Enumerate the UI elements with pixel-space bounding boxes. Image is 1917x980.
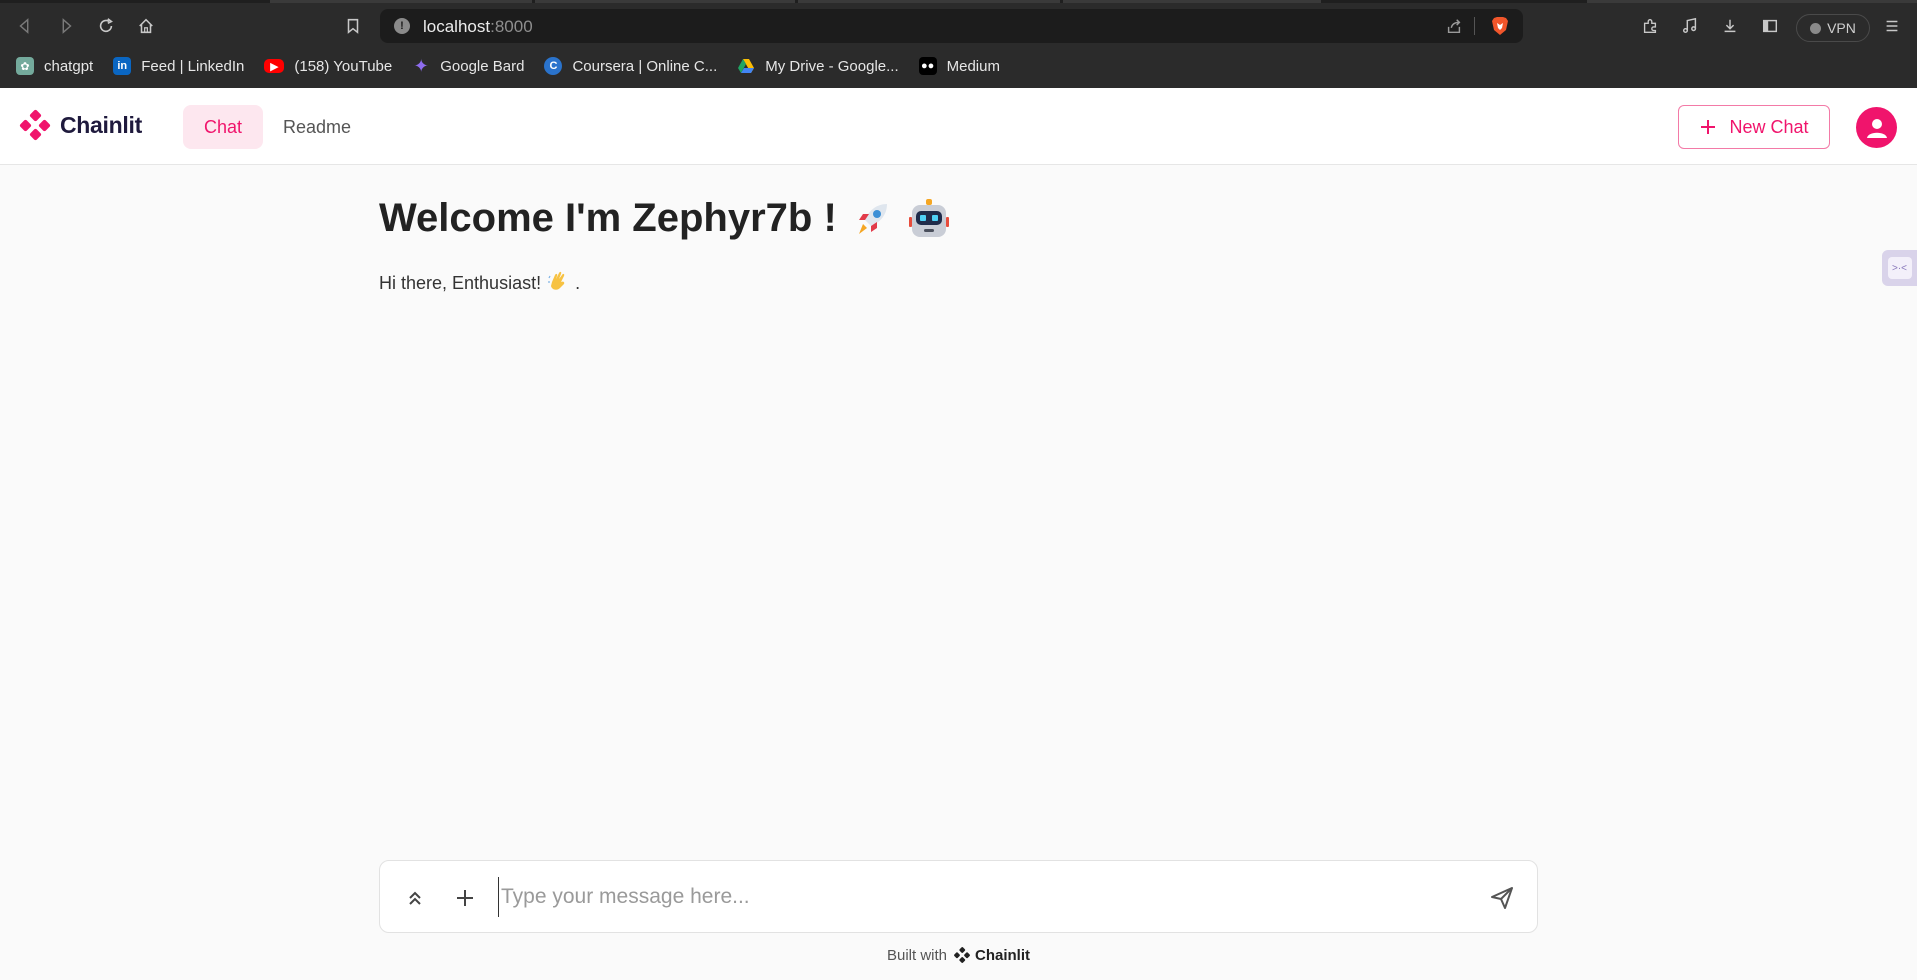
bookmark-coursera[interactable]: C Coursera | Online C... [544, 52, 717, 80]
panel-icon: >·< [1887, 257, 1912, 279]
attach-plus-icon[interactable] [450, 883, 480, 913]
tab[interactable] [798, 0, 1060, 3]
message-input[interactable] [498, 877, 1458, 917]
bookmark-linkedin[interactable]: in Feed | LinkedIn [113, 52, 244, 80]
vpn-label: VPN [1827, 20, 1856, 36]
divider [1474, 17, 1475, 35]
bookmark-label: Google Bard [440, 57, 525, 75]
chainlit-logo-icon [19, 109, 51, 141]
greeting-punctuation: . [575, 273, 581, 293]
tab-readme[interactable]: Readme [270, 105, 364, 149]
bookmark-google-drive[interactable]: My Drive - Google... [737, 52, 899, 80]
bookmark-label: My Drive - Google... [765, 57, 899, 75]
bookmark-chatgpt[interactable]: ✿ chatgpt [16, 52, 93, 80]
music-icon[interactable] [1675, 11, 1705, 41]
chainlit-logo-icon [954, 947, 970, 963]
built-with-footer: Built with Chainlit [0, 946, 1917, 964]
chevrons-up-icon[interactable] [400, 883, 430, 913]
brave-shield-icon[interactable] [1489, 15, 1511, 37]
welcome-message: Welcome I'm Zephyr7b ! [379, 196, 951, 241]
bookmark-label: Feed | LinkedIn [141, 57, 245, 75]
greeting-text: Hi there, Enthusiast! . [379, 270, 580, 297]
bookmark-label: (158) YouTube [294, 57, 393, 75]
tab[interactable] [1063, 0, 1321, 3]
vpn-status-icon [1810, 22, 1822, 34]
youtube-icon: ▶ [264, 59, 285, 73]
address-bar[interactable]: ! localhost:8000 [380, 9, 1523, 43]
coursera-icon: C [544, 57, 563, 75]
new-chat-label: New Chat [1729, 116, 1809, 137]
download-icon[interactable] [1715, 11, 1745, 41]
bookmark-label: Medium [946, 57, 1000, 75]
bookmark-label: Coursera | Online C... [572, 57, 718, 75]
message-composer [379, 860, 1538, 933]
greeting-label: Hi there, Enthusiast! [379, 273, 542, 293]
browser-chrome: ! localhost:8000 VPN ✿ chatgpt in Feed |… [0, 0, 1917, 88]
openai-icon: ✿ [16, 57, 34, 75]
plus-icon [1701, 120, 1716, 134]
brand-name: Chainlit [60, 111, 142, 138]
built-with-label: Built with [886, 946, 948, 964]
footer-brand-label: Chainlit [975, 946, 1031, 964]
user-avatar[interactable] [1856, 107, 1897, 148]
chainlit-logo[interactable]: Chainlit [18, 108, 142, 142]
medium-icon: ●● [918, 57, 937, 75]
bookmark-youtube[interactable]: ▶ (158) YouTube [264, 52, 392, 80]
url-text[interactable]: localhost:8000 [423, 17, 533, 37]
user-icon [1866, 118, 1887, 138]
robot-icon [907, 197, 951, 241]
bookmarks-bar: ✿ chatgpt in Feed | LinkedIn ▶ (158) You… [0, 50, 1917, 82]
tab[interactable] [270, 0, 532, 3]
browser-toolbar: ! localhost:8000 VPN [0, 4, 1917, 48]
home-icon[interactable] [131, 11, 161, 41]
footer-brand-link[interactable]: Chainlit [953, 946, 1030, 964]
tab-chat[interactable]: Chat [183, 105, 263, 149]
new-chat-button[interactable]: New Chat [1678, 105, 1830, 149]
tab[interactable] [1587, 0, 1917, 3]
tab[interactable] [535, 0, 795, 3]
reload-icon[interactable] [91, 11, 121, 41]
bookmark-medium[interactable]: ●● Medium [918, 52, 1000, 80]
google-drive-icon [737, 57, 755, 75]
extensions-icon[interactable] [1635, 11, 1665, 41]
side-panel-toggle[interactable]: >·< [1882, 250, 1917, 286]
waving-hand-icon [547, 270, 569, 297]
bookmark-label: chatgpt [44, 57, 94, 75]
bard-icon: ✦ [413, 55, 429, 76]
vpn-button[interactable]: VPN [1796, 14, 1870, 42]
app-header: Chainlit Chat Readme New Chat [0, 88, 1917, 165]
bookmark-icon[interactable] [338, 11, 368, 41]
tab-strip [0, 0, 1917, 3]
site-info-icon[interactable]: ! [394, 18, 410, 34]
share-icon[interactable] [1445, 17, 1463, 40]
back-icon[interactable] [10, 11, 40, 41]
forward-icon[interactable] [51, 11, 81, 41]
send-icon[interactable] [1487, 883, 1517, 913]
sidebar-toggle-icon[interactable] [1755, 11, 1785, 41]
linkedin-icon: in [113, 57, 132, 75]
menu-icon[interactable] [1877, 11, 1907, 41]
welcome-title: Welcome I'm Zephyr7b ! [379, 196, 837, 240]
bookmark-bard[interactable]: ✦ Google Bard [412, 52, 525, 80]
rocket-icon [851, 198, 893, 240]
